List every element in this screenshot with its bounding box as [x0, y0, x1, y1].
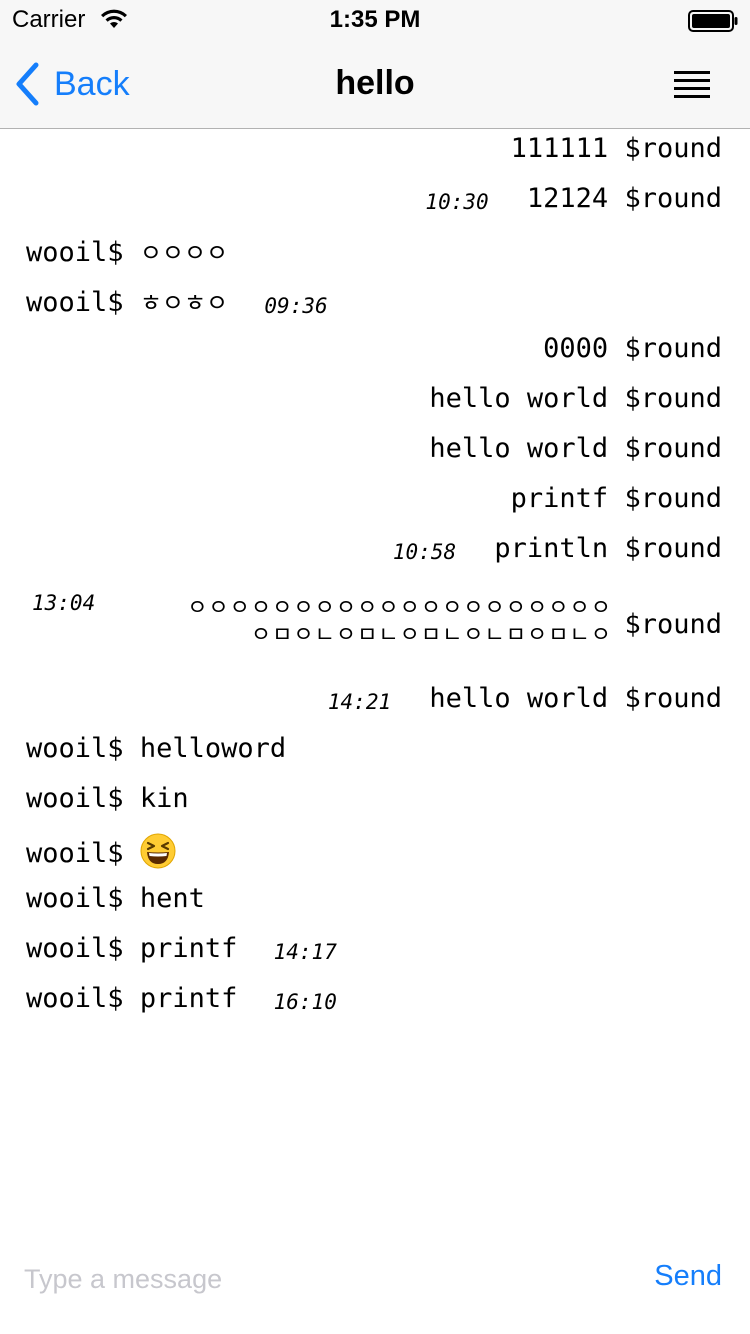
message-text: 0000: [543, 333, 609, 364]
status-time: 1:35 PM: [329, 6, 421, 33]
message-sender: $round: [624, 609, 722, 640]
message-row: 10:58 println $round: [0, 529, 750, 579]
nav-bar: Back hello: [0, 40, 750, 129]
message-sender: wooil$: [26, 838, 124, 869]
message-timestamp: 09:36: [264, 294, 328, 318]
message-input[interactable]: [22, 1256, 586, 1302]
message-sender: wooil$: [26, 287, 124, 318]
message-sender: wooil$: [26, 883, 124, 914]
grinning-squinting-face-icon: [140, 833, 176, 869]
message-row: wooil$ helloword: [0, 729, 750, 779]
message-text-line: ㅇㅁㅇㄴㅇㅁㄴㅇㅁㄴㅇㄴㅁㅇㅁㄴㅇ: [250, 623, 612, 648]
message-text: kin: [139, 783, 189, 814]
message-sender: wooil$: [26, 237, 124, 268]
message-text: 111111: [510, 133, 609, 164]
message-text: hent: [139, 883, 205, 914]
message-text: ㅇㅇㅇㅇ: [139, 239, 229, 267]
message-text: ㅇㅇㅇㅇㅇㅇㅇㅇㅇㅇㅇㅇㅇㅇㅇㅇㅇㅇㅇㅇ ㅇㅁㅇㄴㅇㅁㄴㅇㅁㄴㅇㄴㅁㅇㅁㄴㅇ: [187, 595, 612, 649]
message-row: 0000 $round: [0, 329, 750, 379]
message-sender: $round: [624, 333, 722, 364]
message-text-line: ㅇㅇㅇㅇㅇㅇㅇㅇㅇㅇㅇㅇㅇㅇㅇㅇㅇㅇㅇㅇ: [187, 596, 612, 621]
message-timestamp: 16:10: [273, 990, 337, 1014]
message-sender: wooil$: [26, 983, 124, 1014]
hamburger-menu-icon[interactable]: [674, 70, 710, 100]
message-sender: $round: [624, 533, 722, 564]
message-sender: $round: [624, 483, 722, 514]
message-text: printf: [510, 483, 609, 514]
message-row: 13:04 ㅇㅇㅇㅇㅇㅇㅇㅇㅇㅇㅇㅇㅇㅇㅇㅇㅇㅇㅇㅇ ㅇㅁㅇㄴㅇㅁㄴㅇㅁㄴㅇㄴㅁ…: [0, 589, 750, 659]
battery-icon: [688, 10, 738, 32]
message-text: hello world: [429, 383, 609, 414]
status-bar: Carrier 1:35 PM: [0, 0, 750, 40]
message-text: printf: [139, 983, 238, 1014]
message-row: wooil$ hent: [0, 879, 750, 929]
message-sender: $round: [624, 133, 722, 164]
message-sender: $round: [624, 683, 722, 714]
message-text: hello world: [429, 433, 609, 464]
message-row: wooil$ kin: [0, 779, 750, 829]
message-row: wooil$ ㅇㅇㅇㅇ: [0, 229, 750, 279]
message-text: hello world: [429, 683, 609, 714]
message-text: 12124: [526, 183, 609, 214]
send-button[interactable]: Send: [654, 1260, 722, 1293]
message-row: printf $round: [0, 479, 750, 529]
conversation-title: hello: [335, 64, 415, 102]
message-timestamp: 14:21: [327, 690, 392, 714]
message-timestamp: 10:58: [392, 540, 457, 564]
message-row: 111111 $round: [0, 129, 750, 179]
message-row: wooil$ printf 16:10: [0, 979, 750, 1029]
message-timestamp: 10:30: [425, 190, 489, 214]
message-row: hello world $round: [0, 379, 750, 429]
message-sender: wooil$: [26, 933, 124, 964]
message-sender: wooil$: [26, 733, 124, 764]
message-sender: wooil$: [26, 783, 124, 814]
message-text: helloword: [139, 733, 287, 764]
message-row: wooil$ ㅎㅇㅎㅇ 09:36: [0, 279, 750, 329]
message-text: printf: [139, 933, 238, 964]
message-timestamp: 14:17: [273, 940, 337, 964]
message-row: wooil$ printf 14:17: [0, 929, 750, 979]
message-sender: $round: [624, 183, 722, 214]
message-sender: $round: [624, 383, 722, 414]
message-row: 14:21 hello world $round: [0, 679, 750, 729]
message-input-bar: Send: [0, 1234, 750, 1334]
message-row: 10:30 12124 $round: [0, 179, 750, 229]
message-timestamp: 13:04: [32, 591, 96, 615]
message-row: hello world $round: [0, 429, 750, 479]
message-sender: $round: [624, 433, 722, 464]
message-text: println: [494, 533, 609, 564]
message-list[interactable]: 111111 $round 10:30 12124 $round wooil$ …: [0, 129, 750, 1229]
message-text: ㅎㅇㅎㅇ: [139, 289, 229, 317]
message-row: wooil$: [0, 829, 750, 879]
